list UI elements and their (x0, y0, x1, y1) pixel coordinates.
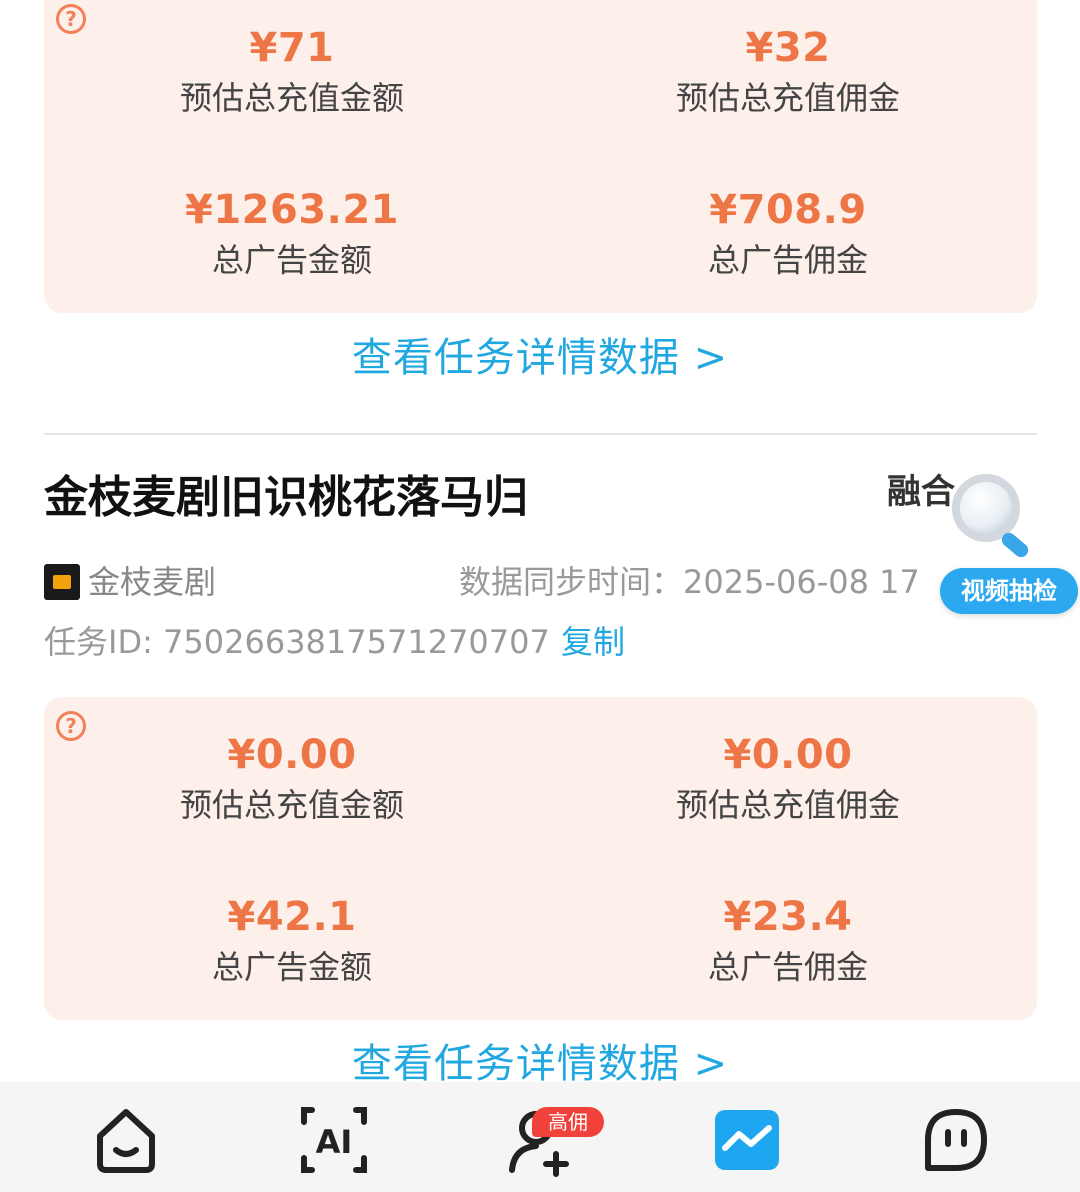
video-check-widget[interactable]: 视频抽检 (938, 470, 1080, 620)
high-commission-badge: 高佣 (532, 1107, 604, 1137)
stat-value: ¥1263.21 (184, 187, 400, 233)
sync-time: 数据同步时间：2025-06-08 17 (459, 560, 920, 604)
stat-value: ¥71 (249, 25, 335, 71)
stat-value: ¥42.1 (227, 894, 357, 940)
stat-label: 预估总充值金额 (179, 79, 404, 117)
stat-label: 预估总充值佣金 (675, 786, 900, 824)
sync-value: 2025-06-08 17 (683, 563, 920, 601)
stat-label: 总广告佣金 (707, 241, 868, 279)
stat-recharge-commission: ¥32 预估总充值佣金 (540, 24, 1036, 118)
stat-value: ¥32 (745, 25, 831, 71)
task-title: 金枝麦剧旧识桃花落马归 (44, 472, 528, 523)
task-id: 任务ID: 7502663817571270707 (44, 623, 550, 661)
sync-label: 数据同步时间： (459, 563, 684, 601)
stat-recharge-commission: ¥0.00 预估总充值佣金 (540, 731, 1036, 825)
stat-label: 总广告金额 (211, 241, 372, 279)
source-logo-icon (44, 564, 80, 600)
magnifier-icon (952, 474, 1029, 558)
stat-label: 预估总充值佣金 (675, 79, 900, 117)
ai-icon[interactable]: AI (294, 1100, 374, 1180)
stat-ad-commission: ¥23.4 总广告佣金 (540, 893, 1036, 987)
stat-value: ¥708.9 (709, 187, 867, 233)
stat-value: ¥23.4 (723, 894, 853, 940)
chart-icon[interactable] (707, 1100, 787, 1180)
stat-label: 预估总充值金额 (179, 786, 404, 824)
stat-value: ¥0.00 (227, 732, 357, 778)
stat-recharge-amount: ¥0.00 预估总充值金额 (44, 731, 540, 825)
stat-label: 总广告金额 (211, 948, 372, 986)
ai-icon-text: AI (316, 1123, 353, 1161)
stats-card: ? ¥0.00 预估总充值金额 ¥0.00 预估总充值佣金 ¥42.1 总广告金… (44, 697, 1037, 1020)
stat-value: ¥0.00 (723, 732, 853, 778)
message-icon[interactable] (916, 1100, 996, 1180)
source-name: 金枝麦剧 (88, 563, 217, 601)
home-icon[interactable] (86, 1100, 166, 1180)
stat-ad-amount: ¥1263.21 总广告金额 (44, 186, 540, 280)
bottom-tab-bar: AI (0, 1082, 1080, 1192)
stats-card: ? ¥71 预估总充值金额 ¥32 预估总充值佣金 ¥1263.21 总广告金额… (44, 0, 1037, 313)
copy-button[interactable]: 复制 (561, 620, 625, 664)
view-task-details-link[interactable]: 查看任务详情数据 > (0, 334, 1080, 382)
stat-recharge-amount: ¥71 预估总充值金额 (44, 24, 540, 118)
stat-ad-commission: ¥708.9 总广告佣金 (540, 186, 1036, 280)
video-check-label: 视频抽检 (940, 568, 1078, 614)
stat-label: 总广告佣金 (707, 948, 868, 986)
divider (44, 433, 1037, 435)
view-task-details-link[interactable]: 查看任务详情数据 > (0, 1040, 1080, 1088)
stat-ad-amount: ¥42.1 总广告金额 (44, 893, 540, 987)
